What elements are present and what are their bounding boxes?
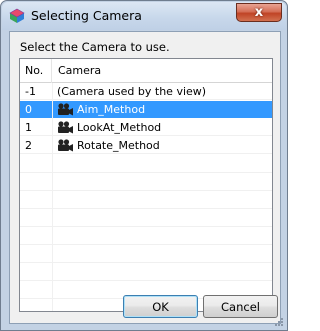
- row-camera: LookAt_Method: [53, 119, 161, 136]
- empty-row: [20, 173, 272, 191]
- dialog-window: Selecting Camera x Select the Camera to …: [0, 0, 288, 331]
- window-title: Selecting Camera: [31, 8, 142, 23]
- empty-row: [20, 245, 272, 263]
- row-camera: Aim_Method: [53, 101, 272, 118]
- row-number: 0: [20, 101, 52, 118]
- title-bar[interactable]: Selecting Camera x: [2, 2, 286, 30]
- ok-button[interactable]: OK: [123, 295, 198, 318]
- movie-camera-icon: [58, 120, 73, 133]
- camera-name: (Camera used by the view): [57, 85, 207, 98]
- camera-name: Rotate_Method: [77, 139, 160, 152]
- dialog-client-area: Select the Camera to use. No. Camera -1 …: [9, 31, 281, 324]
- movie-camera-icon: [58, 138, 73, 151]
- list-header: No. Camera: [20, 59, 272, 83]
- resize-grip-icon[interactable]: [274, 317, 284, 327]
- empty-row: [20, 155, 272, 173]
- row-number: 2: [25, 139, 32, 152]
- row-camera: (Camera used by the view): [53, 83, 206, 100]
- movie-camera-icon: [58, 102, 73, 115]
- empty-row: [20, 227, 272, 245]
- cancel-button[interactable]: Cancel: [203, 295, 278, 318]
- row-number: -1: [25, 85, 36, 98]
- list-row[interactable]: 1 LookAt_Method: [20, 119, 272, 136]
- empty-row: [20, 191, 272, 209]
- list-row[interactable]: 2 Rotate_Method: [20, 137, 272, 154]
- empty-row: [20, 209, 272, 227]
- camera-name: LookAt_Method: [77, 121, 162, 134]
- empty-row: [20, 263, 272, 281]
- close-icon: x: [254, 5, 264, 20]
- camera-list[interactable]: No. Camera -1 (Camera used by the view) …: [19, 58, 273, 312]
- row-number: 1: [25, 121, 32, 134]
- column-header-no[interactable]: No.: [20, 59, 52, 83]
- instruction-label: Select the Camera to use.: [20, 40, 170, 54]
- row-camera: Rotate_Method: [53, 137, 160, 154]
- camera-name: Aim_Method: [77, 103, 146, 116]
- list-row[interactable]: -1 (Camera used by the view): [20, 83, 272, 100]
- column-header-camera[interactable]: Camera: [53, 59, 272, 83]
- cube-app-icon: [9, 8, 25, 23]
- close-button[interactable]: x: [236, 3, 282, 22]
- list-row[interactable]: 0 Aim_Method: [20, 101, 272, 118]
